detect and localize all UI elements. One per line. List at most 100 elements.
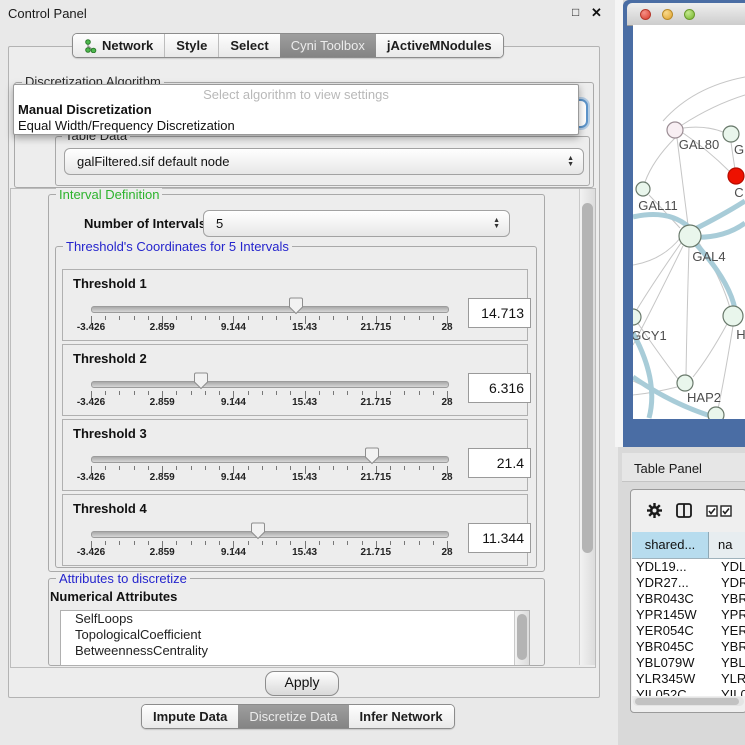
table-cell-shared-name[interactable]: YLR345W xyxy=(632,671,712,687)
network-node-gal4[interactable] xyxy=(679,225,701,247)
slider-tick xyxy=(148,466,149,470)
table-row[interactable]: YIL052CYIL0 xyxy=(632,687,745,696)
network-canvas[interactable]: GAL80GCGAL11GAL4GCY1HHAP2 xyxy=(633,25,745,419)
table-hscrollbar-thumb[interactable] xyxy=(635,698,739,705)
network-node-gcy1[interactable] xyxy=(633,309,641,325)
network-edge-thick[interactable] xyxy=(633,215,689,227)
mac-zoom-icon[interactable] xyxy=(684,9,695,20)
algorithm-option-0[interactable]: Manual Discretization xyxy=(14,102,578,118)
table-panel-title: Table Panel xyxy=(634,461,702,476)
numerical-attributes-list[interactable]: SelfLoopsTopologicalCoefficientBetweenne… xyxy=(60,610,530,666)
attribute-list-item[interactable]: SelfLoops xyxy=(61,611,529,627)
network-edge[interactable] xyxy=(645,138,675,182)
settings-vertical-scrollbar[interactable] xyxy=(579,189,595,665)
table-cell-name[interactable]: YLR3 xyxy=(712,671,745,687)
table-data-combobox[interactable]: galFiltered.sif default node ▲▼ xyxy=(64,148,584,175)
float-window-icon[interactable]: □ xyxy=(572,5,579,19)
threshold-value-field[interactable]: 11.344 xyxy=(468,523,531,553)
table-cell-name[interactable]: YDL1 xyxy=(712,559,745,575)
table-column-header-name[interactable]: na xyxy=(709,532,745,558)
settings-scrollbar-thumb[interactable] xyxy=(582,203,593,553)
slider-track[interactable] xyxy=(91,456,449,463)
node-attribute-table[interactable]: shared... na YDL19...YDL1YDR27...YDR2YBR… xyxy=(632,532,745,696)
bottom-tab-discretize-data[interactable]: Discretize Data xyxy=(238,705,348,728)
network-edge[interactable] xyxy=(686,247,689,375)
table-row[interactable]: YDR27...YDR2 xyxy=(632,575,745,591)
attribute-list-item[interactable]: BetweennessCentrality xyxy=(61,643,529,659)
tab-style[interactable]: Style xyxy=(164,34,218,57)
table-cell-shared-name[interactable]: YER054C xyxy=(632,623,712,639)
slider-handle[interactable] xyxy=(288,297,304,315)
network-node-g[interactable] xyxy=(723,126,739,142)
table-row[interactable]: YLR345WYLR3 xyxy=(632,671,745,687)
table-cell-name[interactable]: YBR0 xyxy=(712,639,745,655)
attribute-list-item[interactable]: TopologicalCoefficient xyxy=(61,627,529,643)
table-cell-shared-name[interactable]: YDL19... xyxy=(632,559,712,575)
network-edge[interactable] xyxy=(682,95,745,125)
network-node[interactable] xyxy=(708,407,724,419)
slider-track[interactable] xyxy=(91,531,449,538)
network-node-h[interactable] xyxy=(723,306,743,326)
network-edge[interactable] xyxy=(683,127,723,132)
checkbox-checked-icon[interactable] xyxy=(720,505,732,517)
network-edge[interactable] xyxy=(633,237,681,265)
table-cell-shared-name[interactable]: YBR043C xyxy=(632,591,712,607)
network-node-gal11[interactable] xyxy=(636,182,650,196)
apply-button[interactable]: Apply xyxy=(265,671,339,696)
table-horizontal-scrollbar[interactable] xyxy=(633,697,744,706)
bottom-tab-impute-data[interactable]: Impute Data xyxy=(142,705,238,728)
table-cell-name[interactable]: YPR1 xyxy=(712,607,745,623)
table-cell-shared-name[interactable]: YIL052C xyxy=(632,687,712,696)
bottom-tab-infer-network[interactable]: Infer Network xyxy=(349,705,454,728)
threshold-value-field[interactable]: 6.316 xyxy=(468,373,531,403)
threshold-value-field[interactable]: 14.713 xyxy=(468,298,531,328)
number-of-intervals-combobox[interactable]: 5 ▲▼ xyxy=(203,210,510,237)
network-node-hap2[interactable] xyxy=(677,375,693,391)
slider-handle[interactable] xyxy=(250,522,266,540)
table-row[interactable]: YBR045CYBR0 xyxy=(632,639,745,655)
table-cell-shared-name[interactable]: YBL079W xyxy=(632,655,712,671)
slider-handle[interactable] xyxy=(364,447,380,465)
table-column-header-shared[interactable]: shared... xyxy=(632,532,709,558)
table-cell-shared-name[interactable]: YPR145W xyxy=(632,607,712,623)
table-row[interactable]: YPR145WYPR1 xyxy=(632,607,745,623)
slider-track[interactable] xyxy=(91,306,449,313)
threshold-value-field[interactable]: 21.4 xyxy=(468,448,531,478)
tab-cyni-toolbox[interactable]: Cyni Toolbox xyxy=(280,34,376,57)
table-row[interactable]: YBL079WYBL0 xyxy=(632,655,745,671)
table-cell-name[interactable]: YDR2 xyxy=(712,575,745,591)
table-cell-name[interactable]: YBR0 xyxy=(712,591,745,607)
table-cell-name[interactable]: YIL0 xyxy=(712,687,745,696)
network-node-c[interactable] xyxy=(728,168,744,184)
bottom-tab-label: Infer Network xyxy=(360,709,443,724)
slider-tick xyxy=(333,466,334,470)
algorithm-option-1[interactable]: Equal Width/Frequency Discretization xyxy=(14,118,578,134)
gear-icon[interactable] xyxy=(646,502,663,519)
table-cell-shared-name[interactable]: YDR27... xyxy=(632,575,712,591)
numerical-attributes-label: Numerical Attributes xyxy=(50,589,177,604)
checkbox-checked-icon[interactable] xyxy=(706,505,718,517)
tab-network[interactable]: Network xyxy=(73,34,164,57)
tab-select[interactable]: Select xyxy=(218,34,279,57)
network-window-titlebar[interactable] xyxy=(627,3,745,26)
attributes-list-scrollbar[interactable] xyxy=(514,611,529,665)
close-icon[interactable]: ✕ xyxy=(591,5,602,21)
table-row[interactable]: YER054CYER0 xyxy=(632,623,745,639)
table-row[interactable]: YBR043CYBR0 xyxy=(632,591,745,607)
table-cell-name[interactable]: YER0 xyxy=(712,623,745,639)
table-cell-shared-name[interactable]: YBR045C xyxy=(632,639,712,655)
network-edge[interactable] xyxy=(693,324,727,377)
mac-minimize-icon[interactable] xyxy=(662,9,673,20)
split-pane-icon[interactable] xyxy=(676,503,692,518)
table-row[interactable]: YDL19...YDL1 xyxy=(632,559,745,575)
mac-close-icon[interactable] xyxy=(640,9,651,20)
network-edge-thick[interactable] xyxy=(633,333,652,418)
tab-jactivemnodules[interactable]: jActiveMNodules xyxy=(376,34,503,57)
slider-handle[interactable] xyxy=(193,372,209,390)
slider-track[interactable] xyxy=(91,381,449,388)
network-edge[interactable] xyxy=(636,243,681,311)
table-cell-name[interactable]: YBL0 xyxy=(712,655,745,671)
slider-tick xyxy=(191,391,192,395)
attributes-list-scrollbar-thumb[interactable] xyxy=(517,614,527,660)
network-node-gal80[interactable] xyxy=(667,122,683,138)
